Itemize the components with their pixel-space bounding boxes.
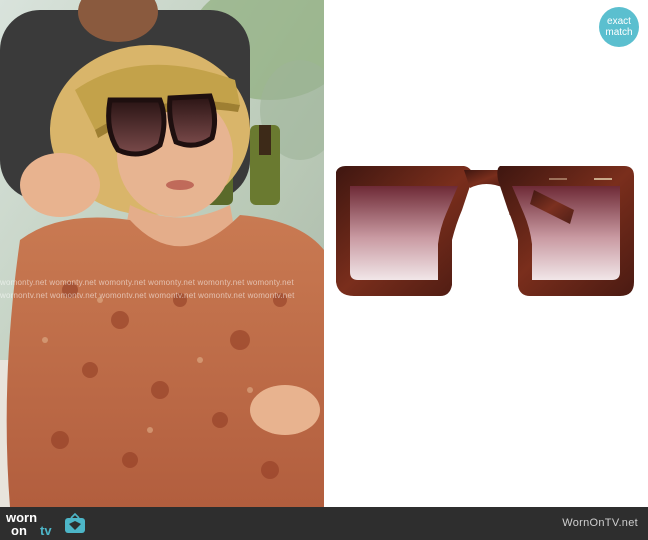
product-panel: exact match [324,0,648,507]
scene-illustration [0,0,324,507]
wornontv-logo[interactable]: worn on tv [6,510,86,538]
badge-line2: match [605,27,633,38]
watermark-text: wornontv.net womontv.net womontv.net wom… [0,291,295,300]
site-name: WornOnTV.net [562,517,638,529]
exact-match-badge[interactable]: exact match [599,7,639,47]
logo-tv-text: tv [40,523,52,538]
badge-line1: exact [607,16,631,27]
scene-photo: womonty.net womonty.net womonty.net womo… [0,0,324,507]
watermark-text: womonty.net womonty.net womonty.net womo… [0,278,294,287]
tv-hanger-icon [65,512,85,533]
sunglasses-product-image [336,166,634,296]
logo-on-text: on [11,523,27,538]
footer-bar: worn on tv WornOnTV.net [0,507,648,540]
